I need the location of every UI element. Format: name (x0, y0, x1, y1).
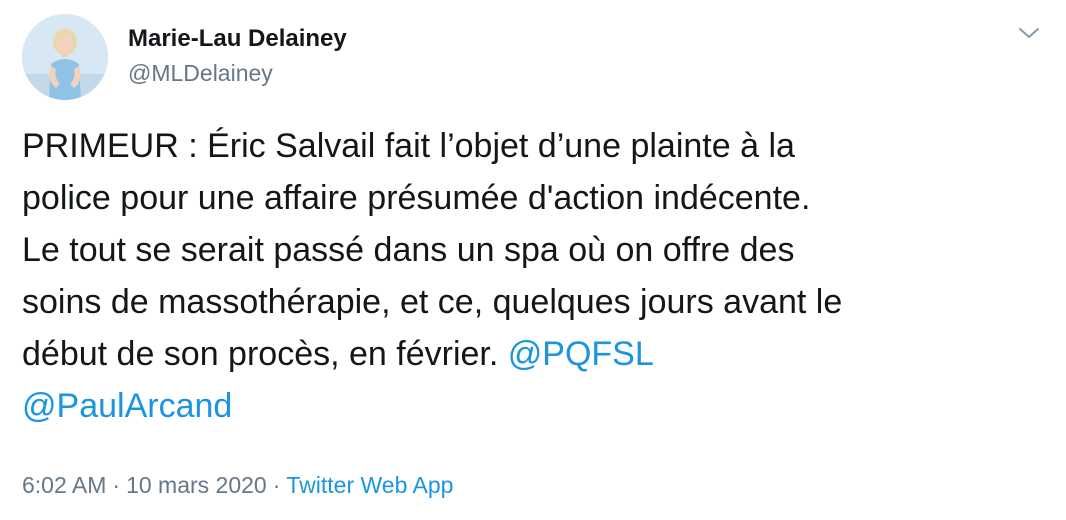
tweet-metadata: 6:02 AM · 10 mars 2020 · Twitter Web App (22, 470, 453, 500)
user-handle[interactable]: @MLDelainey (128, 58, 347, 88)
tweet-date[interactable]: 10 mars 2020 (126, 472, 267, 498)
display-name[interactable]: Marie-Lau Delainey (128, 24, 347, 54)
mention-link-pqfsl[interactable]: @PQFSL (508, 335, 654, 373)
separator-dot: · (272, 472, 281, 498)
tweet-time[interactable]: 6:02 AM (22, 472, 106, 498)
tweet-text-line: Le tout se serait passé dans un spa où o… (22, 231, 795, 269)
separator-dot: · (112, 472, 121, 498)
author-info: Marie-Lau Delainey @MLDelainey (128, 24, 347, 88)
avatar-image (22, 14, 108, 100)
mention-link-paularcand[interactable]: @PaulArcand (22, 387, 232, 425)
tweet-text-line: @PaulArcand (22, 380, 1052, 432)
tweet-card: Marie-Lau Delainey @MLDelainey PRIMEUR :… (0, 0, 1066, 520)
chevron-down-icon (1019, 28, 1039, 38)
tweet-text-line: PRIMEUR : Éric Salvail fait l’objet d’un… (22, 127, 795, 165)
tweet-text: PRIMEUR : Éric Salvail fait l’objet d’un… (22, 120, 1052, 432)
avatar[interactable] (22, 14, 108, 100)
tweet-text-line-with-mention: début de son procès, en février. @PQFSL (22, 328, 1052, 380)
tweet-text-line: soins de massothérapie, et ce, quelques … (22, 283, 843, 321)
tweet-text-fragment: début de son procès, en février. (22, 335, 508, 373)
tweet-source-link[interactable]: Twitter Web App (286, 472, 453, 498)
tweet-menu-button[interactable] (1016, 24, 1042, 44)
tweet-text-line: police pour une affaire présumée d'actio… (22, 179, 811, 217)
